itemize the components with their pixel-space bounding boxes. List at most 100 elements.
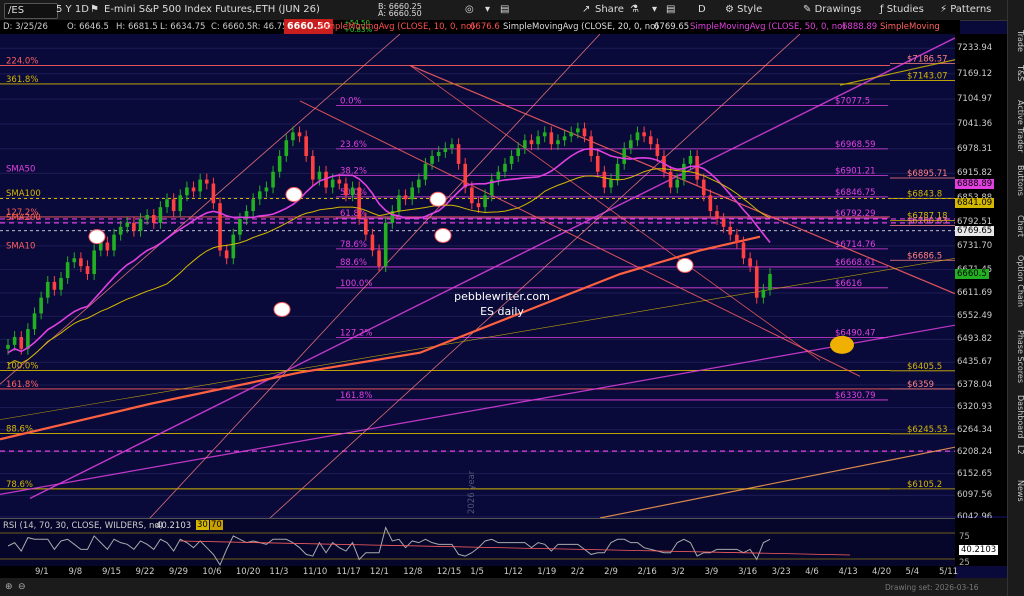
- price-tick-label: 6552.49: [957, 311, 993, 322]
- candle-body: [277, 155, 282, 172]
- date-tick-label: 3/16: [738, 567, 758, 577]
- flask-icon[interactable]: ⚗: [630, 3, 639, 17]
- date-tick-label: 4/13: [838, 567, 858, 577]
- patterns-button[interactable]: ⚡ Patterns: [940, 3, 991, 17]
- date-tick-label: 9/1: [35, 567, 49, 577]
- sma-label: SMA10: [6, 241, 35, 251]
- sma-label: SMA100: [6, 189, 41, 199]
- sma50-legend[interactable]: SimpleMovingAvg (CLOSE, 50, 0, no): [690, 21, 846, 33]
- drawing-flag[interactable]: D: [698, 3, 706, 17]
- symbol-input[interactable]: /ES: [4, 3, 58, 19]
- sma50-value: 6888.89: [842, 22, 878, 32]
- price-tag: 6660.5: [955, 268, 989, 279]
- fib-retracement-label: 161.8%: [340, 391, 372, 401]
- share-button[interactable]: Share: [595, 3, 624, 17]
- zoom-icon[interactable]: ⊕: [5, 582, 13, 592]
- studies-button[interactable]: ƒ Studies: [880, 3, 924, 17]
- price-axis[interactable]: 7233.94 7169.12 7104.97 7041.36 6978.31 6915.…: [955, 34, 1007, 522]
- chart-toolbar: /ES 5 Y 1D ⚑ E-mini S&P 500 Index Future…: [0, 0, 1024, 21]
- candle-body: [364, 218, 368, 235]
- style-button[interactable]: ⚙ Style: [725, 3, 762, 17]
- candle-body: [523, 140, 527, 149]
- rsi-axis: 75 40.2103 25: [955, 518, 1007, 568]
- fib-retracement-value: $6616: [835, 279, 862, 289]
- fib-retracement-value: $6968.59: [835, 140, 876, 150]
- candle-body: [648, 136, 653, 145]
- candle-body: [595, 155, 600, 172]
- info-open: O: 6646.5: [67, 22, 109, 32]
- candle-body: [251, 199, 255, 212]
- candle-body: [735, 234, 739, 243]
- fib-retracement-value: $6330.79: [835, 391, 876, 401]
- sidebar-tab-trade[interactable]: Trade: [1008, 30, 1024, 52]
- marker-oval: [273, 301, 291, 317]
- date-tick-label: 10/6: [202, 567, 222, 577]
- sma100-legend[interactable]: SimpleMoving: [880, 21, 942, 33]
- candle-body: [450, 144, 454, 149]
- target-label: $6359: [907, 380, 934, 390]
- dropdown-icon[interactable]: ▾: [652, 3, 657, 17]
- candle-body: [52, 281, 57, 290]
- date-axis[interactable]: 9/1 9/8 9/15 9/22 9/29 10/6 10/20 11/3 11/10 11/1…: [0, 566, 958, 578]
- marker-oval: [88, 229, 106, 245]
- dropdown-icon[interactable]: ▾: [485, 3, 490, 17]
- candle-body: [344, 183, 348, 196]
- alert-icon[interactable]: ◎: [465, 3, 474, 17]
- sma20-legend[interactable]: SimpleMovingAvg (CLOSE, 20, 0, no): [503, 21, 659, 33]
- year-label: 2026 year: [467, 470, 477, 514]
- candle-body: [715, 211, 719, 219]
- share-icon[interactable]: ↗: [582, 3, 590, 17]
- target-label: $6686.5: [907, 251, 942, 261]
- sidebar-tab-chart[interactable]: Chart: [1008, 215, 1024, 237]
- flag-icon[interactable]: ⚑: [90, 3, 99, 17]
- candle-body: [503, 163, 507, 172]
- sidebar-tab-option-chain[interactable]: Option Chain: [1008, 255, 1024, 307]
- date-tick-label: 4/20: [872, 567, 892, 577]
- watermark-site: pebblewriter.com: [454, 290, 550, 303]
- watermark-subtitle: ES daily: [480, 305, 524, 318]
- interval-selector[interactable]: 5 Y 1D: [56, 3, 89, 17]
- candle-body: [562, 136, 567, 141]
- price-chart[interactable]: 224.0%361.8%127.2%100.0%161.8%88.6%78.6%…: [0, 34, 955, 518]
- date-tick-label: 9/29: [168, 567, 189, 577]
- rsi-ob-label: 30: [196, 520, 209, 530]
- rsi-os-label: 70: [210, 520, 223, 530]
- rsi-legend: RSI (14, 70, 30, CLOSE, WILDERS, no): [3, 521, 163, 531]
- candle-body: [6, 344, 10, 349]
- date-tick-label: 12/8: [403, 567, 423, 577]
- fib-retracement-value: $6714.76: [835, 240, 876, 250]
- date-tick-label: 11/10: [302, 567, 328, 577]
- price-tick-label: 6264.34: [957, 424, 993, 435]
- price-tick-label: 6493.82: [957, 334, 993, 345]
- date-tick-label: 9/22: [135, 567, 155, 577]
- sidebar-tab-dashboard[interactable]: Dashboard: [1008, 395, 1024, 438]
- candle-body: [589, 136, 593, 156]
- candle-body: [602, 171, 607, 188]
- candle-body: [171, 199, 176, 212]
- fib-level-label: 224.0%: [6, 56, 38, 66]
- candle-body: [463, 163, 467, 188]
- price-tick-label: 6731.70: [957, 240, 993, 251]
- info-range: R: 46.75: [252, 22, 288, 32]
- zoom-out-icon[interactable]: ⊖: [18, 582, 26, 592]
- sidebar-tab-l2[interactable]: L2: [1008, 445, 1024, 455]
- candle-body: [138, 218, 143, 231]
- shutter-icon[interactable]: ▤: [666, 3, 675, 17]
- sidebar-tab-buttons[interactable]: Buttons: [1008, 165, 1024, 196]
- candle-body: [576, 128, 580, 133]
- date-tick-label: 11/17: [336, 567, 361, 577]
- sidebar-tab-phase-scores[interactable]: Phase Scores: [1008, 330, 1024, 383]
- drawings-button[interactable]: ✎ Drawings: [803, 3, 861, 17]
- sma10-legend[interactable]: SimpleMovingAvg (CLOSE, 10, 0, no): [319, 21, 475, 33]
- fib-retracement-label: 0.0%: [340, 97, 362, 107]
- rsi-panel[interactable]: RSI (14, 70, 30, CLOSE, WILDERS, no) 40.…: [0, 518, 955, 567]
- price-tick-label: 6915.82: [957, 168, 993, 179]
- info-date: D: 3/25/26: [3, 22, 48, 32]
- price-tick-label: 7233.94: [957, 43, 993, 54]
- sidebar-tab-t-s[interactable]: T&S: [1008, 65, 1024, 81]
- shutter-icon[interactable]: ▤: [500, 3, 509, 17]
- target-label: $6245.53: [907, 425, 948, 435]
- sidebar-tab-active-trader[interactable]: Active Trader: [1008, 100, 1024, 152]
- sidebar-tab-news[interactable]: News: [1008, 480, 1024, 502]
- candle-body: [761, 289, 766, 298]
